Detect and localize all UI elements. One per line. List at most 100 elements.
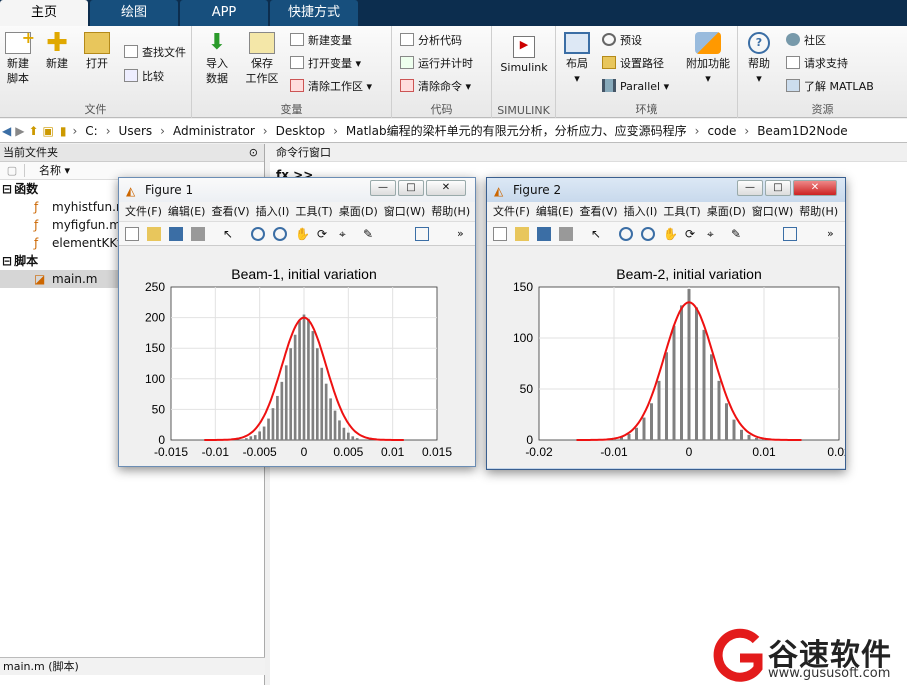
back-arrow-icon[interactable]: ◀ bbox=[2, 124, 11, 138]
layout-button[interactable]: 布局 ▾ bbox=[562, 32, 592, 86]
close-button[interactable]: ✕ bbox=[426, 180, 466, 196]
open-file-icon[interactable] bbox=[147, 227, 161, 241]
breadcrumb-project[interactable]: Matlab编程的梁杆单元的有限元分析，分析应力、应变源码程序 bbox=[346, 122, 687, 139]
breadcrumb-folder[interactable]: Beam1D2Node bbox=[757, 124, 848, 138]
new-figure-icon[interactable] bbox=[125, 227, 139, 241]
zoom-in-icon[interactable] bbox=[619, 227, 633, 241]
menu-edit[interactable]: 编辑(E) bbox=[536, 205, 574, 218]
request-support-button[interactable]: 请求支持 bbox=[786, 55, 848, 73]
import-data-button[interactable]: ⬇ 导入 数据 bbox=[202, 32, 232, 86]
parallel-button[interactable]: Parallel ▾ bbox=[602, 78, 669, 96]
path-separator: › bbox=[72, 123, 78, 138]
link-plot-icon[interactable] bbox=[783, 227, 797, 241]
save-workspace-button[interactable]: 保存 工作区 bbox=[242, 32, 282, 86]
menu-insert[interactable]: 插入(I) bbox=[256, 205, 290, 218]
minimize-button[interactable]: — bbox=[370, 180, 396, 196]
new-variable-label: 新建变量 bbox=[308, 34, 352, 47]
find-files-button[interactable]: 查找文件 bbox=[124, 44, 186, 62]
tab-home[interactable]: 主页 bbox=[0, 0, 88, 26]
link-plot-icon[interactable] bbox=[415, 227, 429, 241]
menu-insert[interactable]: 插入(I) bbox=[624, 205, 658, 218]
data-cursor-icon[interactable]: ⌖ bbox=[707, 227, 721, 241]
community-icon bbox=[786, 33, 800, 46]
menu-window[interactable]: 窗口(W) bbox=[752, 205, 793, 218]
learn-matlab-button[interactable]: 了解 MATLAB bbox=[786, 78, 874, 96]
breadcrumb-user[interactable]: Administrator bbox=[173, 124, 255, 138]
histogram-bar bbox=[642, 417, 646, 440]
data-cursor-icon[interactable]: ⌖ bbox=[339, 227, 353, 241]
tab-plots[interactable]: 绘图 bbox=[90, 0, 178, 26]
community-button[interactable]: 社区 bbox=[786, 32, 826, 50]
brush-icon[interactable]: ✎ bbox=[731, 227, 745, 241]
new-figure-icon[interactable] bbox=[493, 227, 507, 241]
menu-edit[interactable]: 编辑(E) bbox=[168, 205, 206, 218]
histogram-bar bbox=[710, 354, 713, 440]
new-variable-button[interactable]: 新建变量 bbox=[290, 32, 352, 50]
compare-button[interactable]: 比较 bbox=[124, 68, 164, 86]
set-path-button[interactable]: 设置路径 bbox=[602, 55, 664, 73]
forward-arrow-icon[interactable]: ▶ bbox=[15, 124, 24, 138]
help-button[interactable]: ? 帮助 ▾ bbox=[744, 32, 774, 86]
browse-folder-icon[interactable]: ▣ bbox=[43, 124, 54, 138]
add-ons-button[interactable]: 附加功能 ▾ bbox=[682, 32, 734, 86]
pan-icon[interactable]: ✋ bbox=[295, 227, 310, 241]
close-button[interactable]: ✕ bbox=[793, 180, 837, 196]
breadcrumb-drive[interactable]: C: bbox=[85, 124, 97, 138]
new-script-button[interactable]: + 新建 脚本 bbox=[3, 30, 35, 86]
run-and-time-button[interactable]: 运行并计时 bbox=[400, 55, 473, 73]
menu-help[interactable]: 帮助(H) bbox=[799, 205, 838, 218]
zoom-in-icon[interactable] bbox=[251, 227, 265, 241]
print-icon[interactable] bbox=[559, 227, 573, 241]
open-file-icon[interactable] bbox=[515, 227, 529, 241]
menu-tools[interactable]: 工具(T) bbox=[663, 205, 700, 218]
function-file-icon: ƒ bbox=[34, 236, 39, 250]
clear-workspace-button[interactable]: 清除工作区 ▾ bbox=[290, 78, 372, 96]
menu-file[interactable]: 文件(F) bbox=[493, 205, 530, 218]
save-icon[interactable] bbox=[169, 227, 183, 241]
file-name: myfigfun.m bbox=[52, 218, 121, 232]
column-name[interactable]: 名称 ▾ bbox=[24, 164, 71, 177]
pointer-icon[interactable]: ↖ bbox=[223, 227, 237, 241]
menu-window[interactable]: 窗口(W) bbox=[384, 205, 425, 218]
open-variable-button[interactable]: 打开变量 ▾ bbox=[290, 55, 361, 73]
up-folder-icon[interactable]: ⬆ bbox=[28, 124, 38, 138]
toolbar-overflow-icon[interactable]: » bbox=[827, 227, 841, 241]
maximize-button[interactable]: □ bbox=[765, 180, 791, 196]
brush-icon[interactable]: ✎ bbox=[363, 227, 377, 241]
panel-menu-icon[interactable]: ⊙ bbox=[249, 144, 258, 162]
menu-file[interactable]: 文件(F) bbox=[125, 205, 162, 218]
tab-shortcuts[interactable]: 快捷方式 bbox=[270, 0, 358, 26]
open-button[interactable]: 打开 bbox=[82, 32, 112, 71]
rotate-icon[interactable]: ⟳ bbox=[685, 227, 699, 241]
group-variable: ⬇ 导入 数据 保存 工作区 新建变量 打开变量 ▾ 清除工作区 ▾ 变量 bbox=[192, 26, 392, 118]
menu-desktop[interactable]: 桌面(D) bbox=[339, 205, 378, 218]
rotate-icon[interactable]: ⟳ bbox=[317, 227, 331, 241]
analyze-code-label: 分析代码 bbox=[418, 34, 462, 47]
new-button[interactable]: ✚ 新建 bbox=[42, 30, 72, 71]
preferences-button[interactable]: 预设 bbox=[602, 32, 642, 50]
print-icon[interactable] bbox=[191, 227, 205, 241]
zoom-out-icon[interactable] bbox=[641, 227, 655, 241]
maximize-button[interactable]: □ bbox=[398, 180, 424, 196]
histogram-bar bbox=[315, 348, 319, 440]
minimize-button[interactable]: — bbox=[737, 180, 763, 196]
pan-icon[interactable]: ✋ bbox=[663, 227, 678, 241]
path-separator: › bbox=[160, 123, 165, 138]
menu-view[interactable]: 查看(V) bbox=[211, 205, 249, 218]
save-icon[interactable] bbox=[537, 227, 551, 241]
pointer-icon[interactable]: ↖ bbox=[591, 227, 605, 241]
toolbar-overflow-icon[interactable]: » bbox=[457, 227, 471, 241]
breadcrumb-desktop[interactable]: Desktop bbox=[276, 124, 326, 138]
breadcrumb-users[interactable]: Users bbox=[119, 124, 153, 138]
tab-apps[interactable]: APP bbox=[180, 0, 268, 26]
clear-commands-button[interactable]: 清除命令 ▾ bbox=[400, 78, 471, 96]
zoom-out-icon[interactable] bbox=[273, 227, 287, 241]
menu-tools[interactable]: 工具(T) bbox=[295, 205, 332, 218]
breadcrumb-code[interactable]: code bbox=[707, 124, 736, 138]
analyze-code-button[interactable]: 分析代码 bbox=[400, 32, 462, 50]
menu-view[interactable]: 查看(V) bbox=[579, 205, 617, 218]
menu-desktop[interactable]: 桌面(D) bbox=[707, 205, 746, 218]
simulink-button[interactable]: ▶ Simulink bbox=[498, 36, 550, 75]
menu-help[interactable]: 帮助(H) bbox=[431, 205, 470, 218]
chart-title: Beam-2, initial variation bbox=[616, 266, 762, 282]
